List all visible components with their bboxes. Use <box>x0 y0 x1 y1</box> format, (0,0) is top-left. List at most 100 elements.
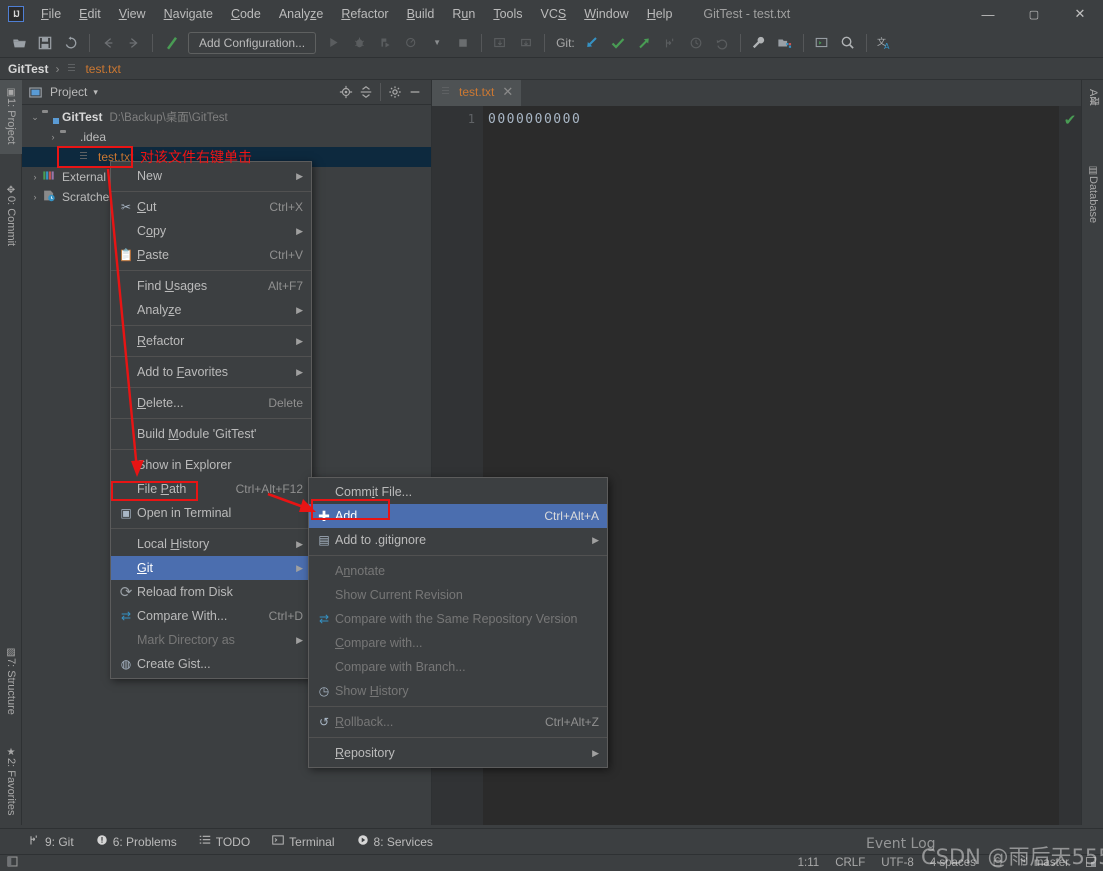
menu-help[interactable]: Help <box>638 4 682 24</box>
menu-item-add-to-gitignore[interactable]: ▤ Add to .gitignore ▶ <box>309 528 607 552</box>
bottom-item-services[interactable]: 8: Services <box>357 834 433 849</box>
file-encoding[interactable]: UTF-8 <box>881 857 914 869</box>
debug-icon[interactable] <box>347 31 371 55</box>
chevron-icon[interactable]: › <box>28 192 42 202</box>
close-button[interactable]: ✕ <box>1057 0 1103 28</box>
bottom-item-problems[interactable]: 6: Problems <box>96 834 177 849</box>
breadcrumb-project[interactable]: GitTest <box>8 62 48 76</box>
menu-window[interactable]: Window <box>575 4 637 24</box>
sidebar-item-ant[interactable]: 🜲 Ant <box>1082 82 1103 140</box>
menu-item-open-in-terminal[interactable]: ▣ Open in Terminal <box>111 501 311 525</box>
run-icon[interactable] <box>321 31 345 55</box>
menu-file[interactable]: File <box>32 4 70 24</box>
menu-item-compare-with[interactable]: ⇄ Compare With... Ctrl+D <box>111 604 311 628</box>
indent-setting[interactable]: 4 spaces <box>930 857 976 869</box>
bottom-item-todo[interactable]: TODO <box>199 834 250 849</box>
close-icon[interactable]: ✕ <box>502 84 513 100</box>
sidebar-item-database[interactable]: ▤ Database <box>1082 158 1103 250</box>
chevron-icon[interactable]: › <box>46 132 60 142</box>
tree-node-idea[interactable]: › .idea <box>22 127 431 147</box>
menu-item-analyze[interactable]: Analyze ▶ <box>111 298 311 322</box>
menu-item-show-in-explorer[interactable]: Show in Explorer <box>111 453 311 477</box>
menu-vcs[interactable]: VCS <box>532 4 576 24</box>
sidebar-item-favorites[interactable]: ★ 2: Favorites <box>0 740 22 830</box>
toggle-toolwindows-icon[interactable] <box>6 855 19 871</box>
menu-item-paste[interactable]: 📋 Paste Ctrl+V <box>111 243 311 267</box>
menu-run[interactable]: Run <box>443 4 484 24</box>
search-icon[interactable] <box>836 31 860 55</box>
back-arrow-icon[interactable] <box>96 31 120 55</box>
menu-item-reload-from-disk[interactable]: ⟳ Reload from Disk <box>111 580 311 604</box>
build-hammer-icon[interactable] <box>159 31 183 55</box>
menu-item-copy[interactable]: Copy ▶ <box>111 219 311 243</box>
git-commit-check-icon[interactable] <box>606 31 630 55</box>
git-push-icon[interactable] <box>632 31 656 55</box>
run-configuration-selector[interactable]: Add Configuration... <box>188 31 317 54</box>
menu-item-local-history[interactable]: Local History ▶ <box>111 532 311 556</box>
terminal-icon[interactable] <box>810 31 834 55</box>
menu-refactor[interactable]: Refactor <box>332 4 397 24</box>
menu-item-delete[interactable]: Delete... Delete <box>111 391 311 415</box>
menu-view[interactable]: View <box>110 4 155 24</box>
wrench-icon[interactable] <box>747 31 771 55</box>
hide-window-icon[interactable] <box>405 82 425 102</box>
breadcrumb-file[interactable]: test.txt <box>85 62 120 76</box>
collapse-all-icon[interactable] <box>356 82 376 102</box>
coverage-icon[interactable] <box>373 31 397 55</box>
menu-item-commit-file[interactable]: Commit File... <box>309 480 607 504</box>
menu-item-add[interactable]: ✚ Add Ctrl+Alt+A <box>309 504 607 528</box>
git-branches-icon[interactable] <box>658 31 682 55</box>
gear-icon[interactable] <box>385 82 405 102</box>
project-structure-icon[interactable] <box>773 31 797 55</box>
menu-tools[interactable]: Tools <box>484 4 531 24</box>
git-rollback-icon[interactable] <box>710 31 734 55</box>
menu-item-create-gist[interactable]: ◍ Create Gist... <box>111 652 311 676</box>
sidebar-item-structure[interactable]: ▨ 7: Structure <box>0 640 22 728</box>
sync-icon[interactable] <box>59 31 83 55</box>
editor-tab-test-txt[interactable]: test.txt ✕ <box>432 80 522 106</box>
menu-item-git[interactable]: Git ▶ <box>111 556 311 580</box>
menu-item-refactor[interactable]: Refactor ▶ <box>111 329 311 353</box>
profile-dropdown-icon[interactable]: ▼ <box>425 31 449 55</box>
maximize-button[interactable]: ▢ <box>1011 0 1057 28</box>
git-submenu[interactable]: Commit File... ✚ Add Ctrl+Alt+A ▤ Add to .git… <box>308 477 608 768</box>
menu-item-repository[interactable]: Repository ▶ <box>309 741 607 765</box>
menu-item-add-to-favorites[interactable]: Add to Favorites ▶ <box>111 360 311 384</box>
menu-item-build-module-gittest[interactable]: Build Module 'GitTest' <box>111 422 311 446</box>
menu-code[interactable]: Code <box>222 4 270 24</box>
minimize-button[interactable]: — <box>965 0 1011 28</box>
file-context-menu[interactable]: New ▶ ✂ Cut Ctrl+X Copy ▶ 📋 Paste Ctrl+V Find Usag… <box>110 161 312 679</box>
stop-icon[interactable] <box>451 31 475 55</box>
unlocked-icon[interactable] <box>992 855 1003 871</box>
inspection-widget[interactable]: ✔ <box>1059 106 1081 825</box>
profile-icon[interactable] <box>399 31 423 55</box>
forward-arrow-icon[interactable] <box>122 31 146 55</box>
git-history-icon[interactable] <box>684 31 708 55</box>
menu-item-find-usages[interactable]: Find Usages Alt+F7 <box>111 274 311 298</box>
caret-position[interactable]: 1:11 <box>798 857 820 869</box>
menu-item-new[interactable]: New ▶ <box>111 164 311 188</box>
bottom-item-terminal[interactable]: Terminal <box>272 834 335 849</box>
tree-node-gittest[interactable]: ⌄ GitTest D:\Backup\桌面\GitTest <box>22 107 431 127</box>
menu-item-file-path[interactable]: File Path Ctrl+Alt+F12 <box>111 477 311 501</box>
chevron-icon[interactable]: ⌄ <box>28 112 42 123</box>
menu-build[interactable]: Build <box>398 4 444 24</box>
menu-navigate[interactable]: Navigate <box>155 4 222 24</box>
save-icon[interactable] <box>33 31 57 55</box>
sidebar-item-commit[interactable]: ✥ 0: Commit <box>0 178 22 256</box>
update-project-icon[interactable] <box>488 31 512 55</box>
chevron-icon[interactable]: › <box>28 172 42 182</box>
git-branch-widget[interactable]: master <box>1019 856 1069 870</box>
line-separator[interactable]: CRLF <box>835 857 865 869</box>
git-update-icon[interactable] <box>580 31 604 55</box>
bottom-item-git[interactable]: 9: Git <box>28 834 74 849</box>
menu-item-cut[interactable]: ✂ Cut Ctrl+X <box>111 195 311 219</box>
sidebar-item-project[interactable]: ▣ 1: Project <box>0 80 22 154</box>
menu-edit[interactable]: Edit <box>70 4 110 24</box>
open-folder-icon[interactable] <box>7 31 31 55</box>
event-log-toggle-icon[interactable] <box>1085 856 1097 871</box>
commit-icon[interactable] <box>514 31 538 55</box>
chevron-down-icon[interactable]: ▾ <box>93 87 98 98</box>
menu-analyze[interactable]: Analyze <box>270 4 332 24</box>
locate-icon[interactable] <box>336 82 356 102</box>
